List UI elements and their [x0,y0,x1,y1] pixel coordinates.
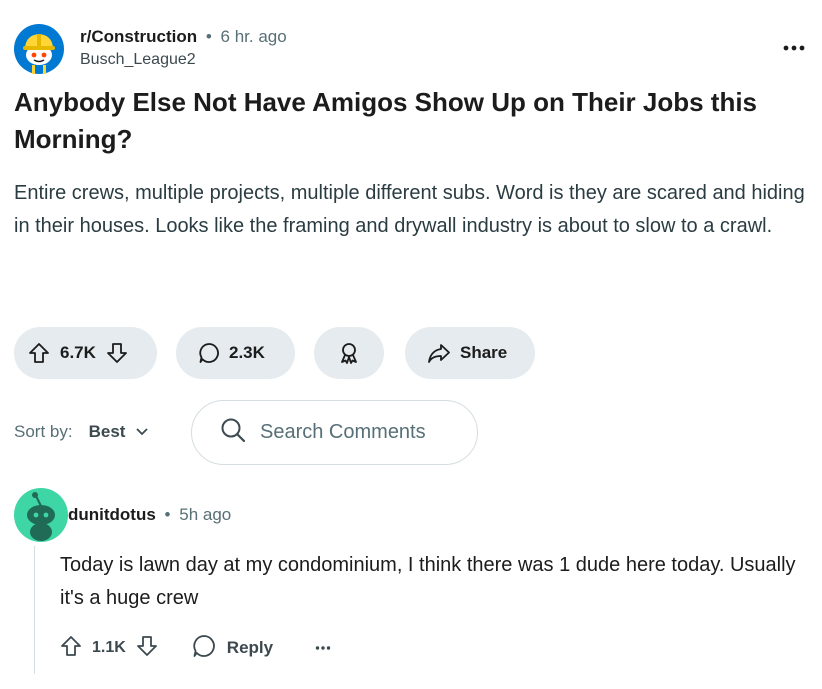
hardhat-snoo-icon[interactable] [14,24,64,74]
downvote-icon[interactable] [106,342,128,364]
comment-count: 2.3K [229,343,265,362]
meta-separator: • [205,27,212,46]
comment-meta: dunitdotus • 5h ago [68,505,231,525]
post-author[interactable]: Busch_League2 [80,51,287,69]
vote-bar: 6.7K [14,327,157,379]
snoo-avatar-icon[interactable] [14,488,68,542]
sort-label: Sort by: [14,422,73,441]
comment-author[interactable]: dunitdotus [68,505,156,524]
sort-value[interactable]: Best [89,422,126,442]
post-vote-count: 6.7K [60,343,96,362]
comment-vote-bar: 1.1K [60,635,158,662]
chevron-down-icon[interactable] [135,422,149,442]
comment-time: 5h ago [179,505,232,524]
post-time: 6 hr. ago [220,27,287,46]
comments-button[interactable]: 2.3K [176,327,295,379]
post-header: r/Construction • 6 hr. ago Busch_League2 [14,20,810,76]
search-input[interactable] [258,420,472,445]
award-button[interactable] [314,327,384,379]
share-icon [427,342,451,364]
reply-icon [192,634,216,663]
award-icon [337,341,361,365]
upvote-icon[interactable] [60,635,82,662]
reply-button[interactable]: Reply [192,634,273,663]
more-icon[interactable] [782,40,806,51]
meta-separator: • [164,505,171,524]
upvote-icon[interactable] [28,342,50,364]
more-icon[interactable] [315,645,331,651]
post-meta: r/Construction • 6 hr. ago Busch_League2 [80,26,287,69]
share-button[interactable]: Share [405,327,535,379]
comment-icon [198,342,220,364]
comment-body: Today is lawn day at my condominium, I t… [60,554,796,609]
comment-search[interactable] [191,400,478,465]
subreddit-link[interactable]: r/Construction [80,27,197,46]
thread-line[interactable] [34,546,35,674]
post-body: Entire crews, multiple projects, multipl… [14,182,805,237]
comment-actions: 1.1K Reply [60,628,331,668]
sort-dropdown[interactable]: Sort by: Best [14,422,149,442]
share-label: Share [460,343,508,362]
reply-label: Reply [226,638,274,657]
search-icon [220,417,246,448]
downvote-icon[interactable] [136,635,158,662]
post-title[interactable]: Anybody Else Not Have Amigos Show Up on … [14,84,794,158]
comment-vote-count: 1.1K [92,639,126,656]
